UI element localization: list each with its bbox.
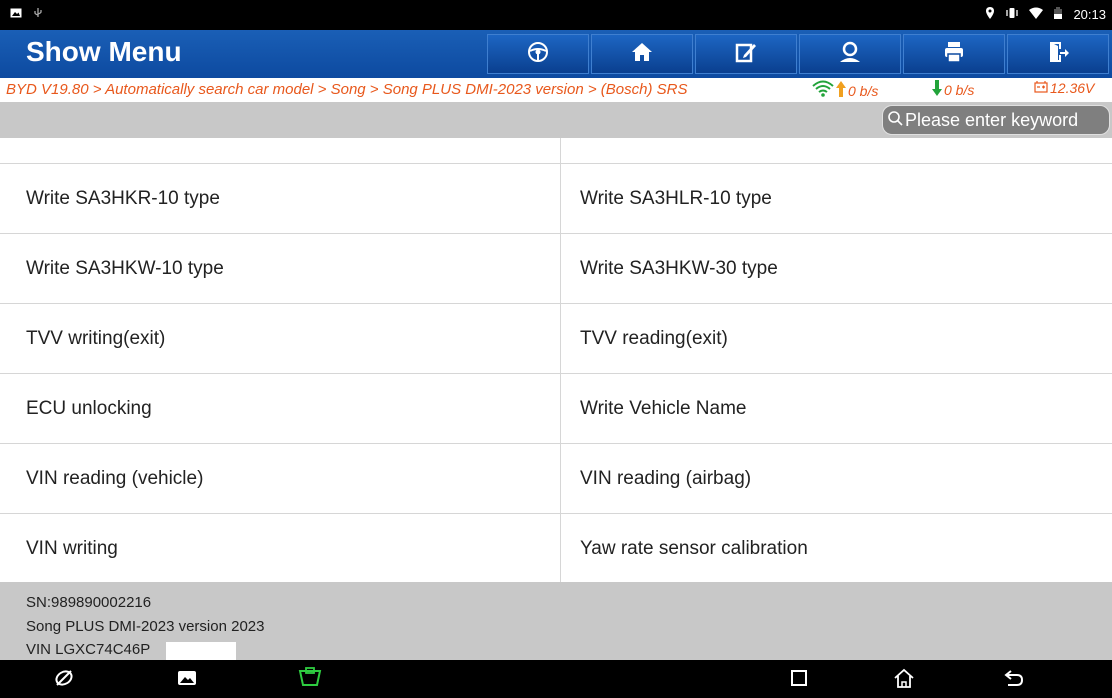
- home-icon: [631, 41, 653, 68]
- vibrate-icon: [1005, 7, 1019, 22]
- exit-button[interactable]: [1007, 34, 1109, 74]
- recents-icon: [790, 669, 808, 692]
- battery-voltage: 12.36V: [1034, 80, 1094, 96]
- voltage-value: 12.36V: [1050, 80, 1095, 96]
- battery-icon: [1053, 7, 1063, 22]
- steering-wheel-icon: [527, 41, 549, 68]
- menu-row: VIN writing Yaw rate sensor calibration: [0, 514, 1112, 582]
- wifi-signal-icon: [812, 80, 834, 101]
- menu-grid: Write SA3HKR-10 type Write SA3HLR-10 typ…: [0, 138, 1112, 582]
- menu-item[interactable]: [561, 138, 1112, 163]
- menu-row: [0, 138, 1112, 164]
- vci-shortcut[interactable]: [298, 666, 322, 694]
- menu-item[interactable]: Write SA3HLR-10 type: [561, 164, 1112, 233]
- menu-row: VIN reading (vehicle) VIN reading (airba…: [0, 444, 1112, 514]
- menu-item[interactable]: TVV writing(exit): [0, 304, 561, 373]
- report-button[interactable]: [695, 34, 797, 74]
- upload-arrow-icon: [836, 81, 846, 100]
- search-bar: [0, 102, 1112, 138]
- print-button[interactable]: [903, 34, 1005, 74]
- home-nav-button[interactable]: [892, 668, 916, 692]
- search-icon: [887, 110, 903, 131]
- system-nav-bar: [0, 660, 1112, 698]
- menu-row: ECU unlocking Write Vehicle Name: [0, 374, 1112, 444]
- app-header: Show Menu: [0, 30, 1112, 78]
- gallery-shortcut[interactable]: [175, 668, 199, 692]
- back-button[interactable]: [1002, 668, 1026, 692]
- upload-speed-value: 0 b/s: [848, 82, 879, 99]
- user-support-icon: [838, 41, 862, 68]
- download-speed-value: 0 b/s: [944, 81, 975, 98]
- serial-number: SN:989890002216: [26, 594, 152, 611]
- menu-item[interactable]: TVV reading(exit): [561, 304, 1112, 373]
- menu-item[interactable]: ECU unlocking: [0, 374, 561, 443]
- printer-icon: [943, 41, 965, 68]
- gallery-icon: [177, 669, 197, 692]
- menu-item[interactable]: Write SA3HKR-10 type: [0, 164, 561, 233]
- browser-icon: [53, 667, 75, 694]
- vin-redaction: [166, 642, 236, 660]
- support-button[interactable]: [799, 34, 901, 74]
- download-arrow-icon: [932, 80, 942, 99]
- clock-time: 20:13: [1073, 7, 1106, 22]
- exit-icon: [1047, 41, 1069, 68]
- browser-shortcut[interactable]: [52, 668, 76, 692]
- search-input[interactable]: [903, 109, 1105, 131]
- car-battery-icon: [1034, 80, 1048, 96]
- vehicle-info-footer: SN:989890002216 Song PLUS DMI-2023 versi…: [0, 582, 1112, 660]
- page-title: Show Menu: [26, 36, 182, 67]
- menu-row: Write SA3HKR-10 type Write SA3HLR-10 typ…: [0, 164, 1112, 234]
- menu-item[interactable]: VIN reading (airbag): [561, 444, 1112, 513]
- breadcrumb-bar: BYD V19.80 > Automatically search car mo…: [0, 78, 1112, 102]
- vehicle-button[interactable]: [487, 34, 589, 74]
- menu-item[interactable]: [0, 138, 561, 163]
- home-button[interactable]: [591, 34, 693, 74]
- download-speed: 0 b/s: [932, 80, 974, 99]
- menu-item[interactable]: Yaw rate sensor calibration: [561, 514, 1112, 582]
- menu-row: TVV writing(exit) TVV reading(exit): [0, 304, 1112, 374]
- home-outline-icon: [893, 668, 915, 693]
- menu-item[interactable]: Write Vehicle Name: [561, 374, 1112, 443]
- upload-speed: 0 b/s: [812, 80, 878, 101]
- menu-item[interactable]: Write SA3HKW-30 type: [561, 234, 1112, 303]
- status-bar: 20:13: [0, 0, 1112, 30]
- edit-icon: [735, 41, 757, 68]
- location-icon: [985, 7, 995, 22]
- vehicle-model: Song PLUS DMI-2023 version 2023: [26, 618, 265, 635]
- breadcrumb: BYD V19.80 > Automatically search car mo…: [6, 81, 688, 98]
- menu-row: Write SA3HKW-10 type Write SA3HKW-30 typ…: [0, 234, 1112, 304]
- search-box[interactable]: [882, 105, 1110, 135]
- vci-connector-icon: [298, 666, 322, 694]
- vin-number: VIN LGXC74C46P: [26, 641, 151, 658]
- recents-button[interactable]: [787, 668, 811, 692]
- menu-item[interactable]: VIN reading (vehicle): [0, 444, 561, 513]
- menu-item[interactable]: VIN writing: [0, 514, 561, 582]
- gallery-notification-icon: [10, 7, 22, 22]
- wifi-icon: [1029, 7, 1044, 22]
- usb-icon: [32, 7, 44, 22]
- back-arrow-icon: [1003, 669, 1025, 692]
- menu-item[interactable]: Write SA3HKW-10 type: [0, 234, 561, 303]
